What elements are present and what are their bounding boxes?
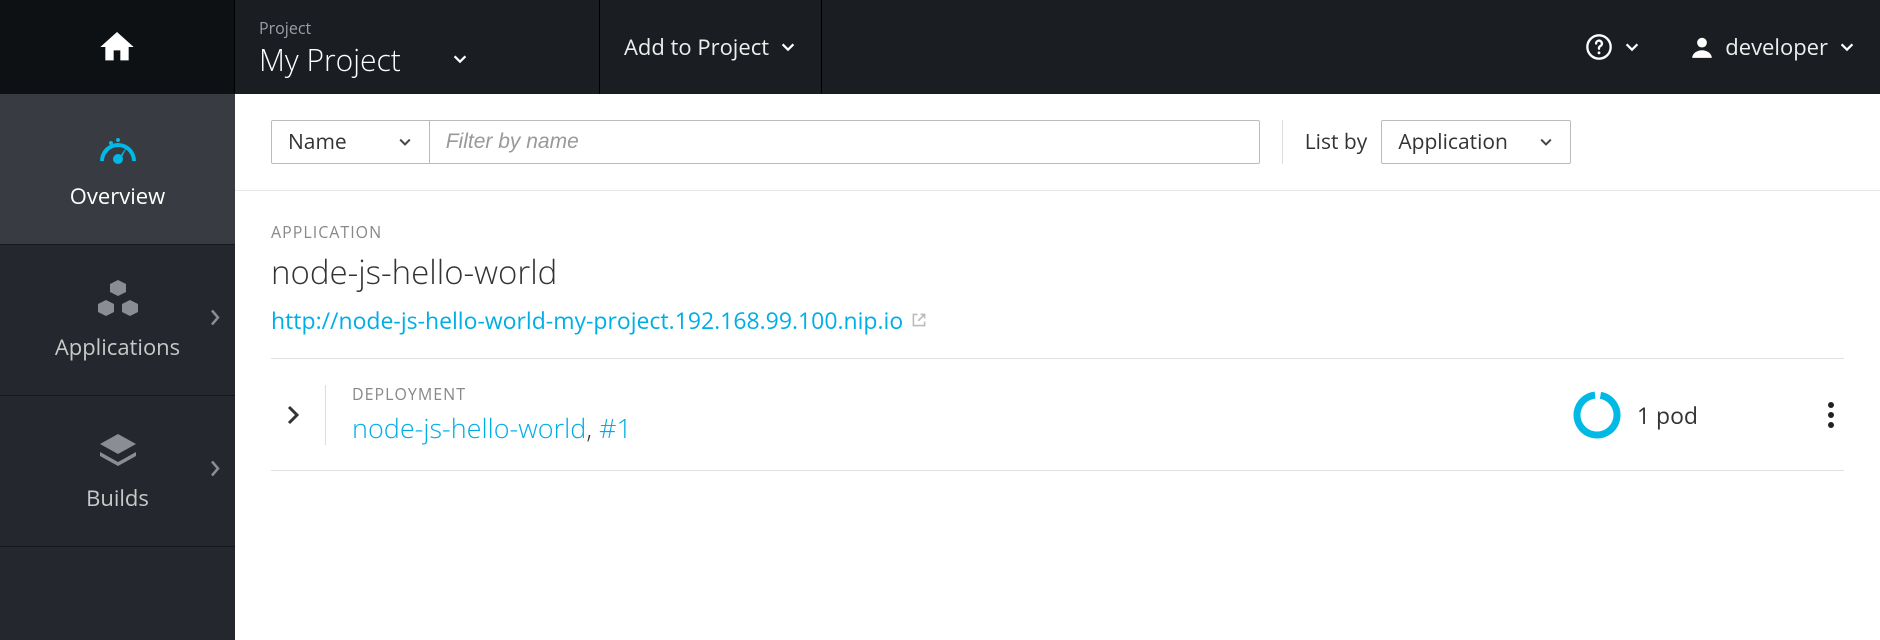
external-link-icon [911,312,927,328]
content: Name List by Application APPLICATION nod… [235,94,1880,640]
filter-type-select[interactable]: Name [271,120,430,164]
application-url-link[interactable]: http://node-js-hello-world-my-project.19… [271,304,927,336]
help-icon [1585,33,1613,61]
sidebar: Overview Applications Builds [0,94,235,640]
project-name: My Project [259,39,401,80]
chevron-down-icon [451,50,469,68]
builds-icon [96,430,140,472]
main-body: APPLICATION node-js-hello-world http://n… [235,191,1880,501]
deployment-row: DEPLOYMENT node-js-hello-world, #1 1 pod [271,359,1844,471]
chevron-right-icon [209,308,221,328]
topbar: Project My Project Add to Project develo… [0,0,1880,94]
topbar-spacer [822,0,1561,94]
chevron-down-icon [1623,38,1641,56]
sidebar-item-label: Applications [55,332,180,362]
toolbar: Name List by Application [235,94,1880,191]
chevron-right-icon [286,403,300,427]
expand-toggle[interactable] [271,403,315,427]
applications-icon [94,278,142,322]
help-menu[interactable] [1561,0,1665,94]
add-to-project-button[interactable]: Add to Project [600,0,822,94]
chevron-down-icon [1538,134,1554,150]
project-label: Project [259,17,575,39]
toolbar-divider [1282,120,1283,164]
user-icon [1689,34,1715,60]
listby-select[interactable]: Application [1381,120,1571,164]
user-name: developer [1725,32,1828,62]
application-url-text: http://node-js-hello-world-my-project.19… [271,304,903,336]
sidebar-item-label: Overview [70,181,165,211]
dashboard-icon [96,129,140,169]
vertical-divider [325,385,326,445]
deployment-revision-link[interactable]: #1 [599,409,632,446]
sidebar-item-applications[interactable]: Applications [0,245,235,396]
deployment-heading-label: DEPLOYMENT [352,383,632,405]
home-button[interactable] [0,0,235,94]
pod-count-text: 1 pod [1637,399,1698,431]
home-icon [97,27,137,67]
chevron-down-icon [779,38,797,56]
filter-input[interactable] [430,120,1260,164]
deployment-name: node-js-hello-world, #1 [352,409,632,446]
deployment-actions-kebab[interactable] [1818,398,1844,432]
add-to-project-label: Add to Project [624,32,769,62]
listby-label: List by [1305,128,1368,156]
user-menu[interactable]: developer [1665,0,1880,94]
sidebar-item-label: Builds [86,483,149,513]
listby-value: Application [1398,128,1508,156]
pod-donut[interactable] [1573,391,1621,439]
chevron-down-icon [397,134,413,150]
sidebar-item-builds[interactable]: Builds [0,396,235,547]
deployment-name-link[interactable]: node-js-hello-world [352,409,586,446]
project-selector[interactable]: Project My Project [235,0,600,94]
chevron-right-icon [209,459,221,479]
chevron-down-icon [1838,38,1856,56]
filter-type-value: Name [288,128,347,156]
application-heading-label: APPLICATION [271,221,1844,243]
application-name: node-js-hello-world [271,249,1844,294]
sidebar-item-overview[interactable]: Overview [0,94,235,245]
